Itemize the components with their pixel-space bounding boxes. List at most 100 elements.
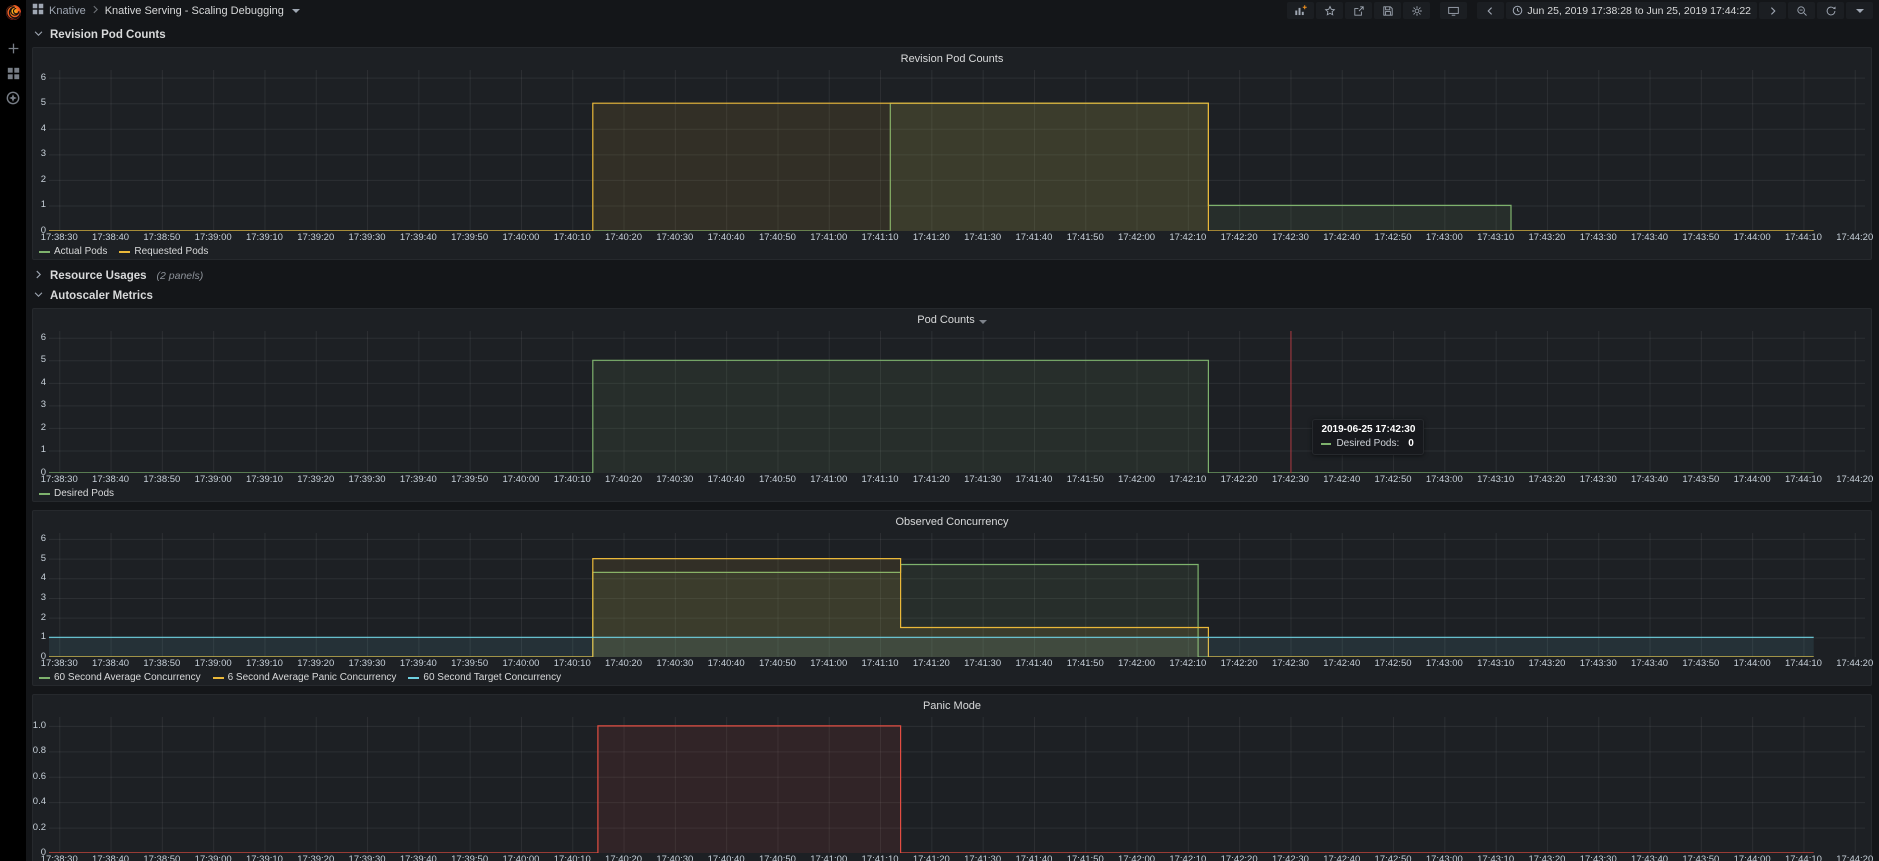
x-tick-label: 17:42:10 bbox=[1169, 232, 1207, 243]
navbar-actions: Jun 25, 2019 17:38:28 to Jun 25, 2019 17… bbox=[1287, 2, 1873, 19]
section-label: Resource Usages bbox=[50, 270, 147, 282]
x-tick-label: 17:42:10 bbox=[1169, 658, 1207, 669]
x-tick-label: 17:40:10 bbox=[553, 474, 591, 485]
x-tick-label: 17:39:20 bbox=[297, 232, 335, 243]
y-tick-label: 3 bbox=[40, 399, 46, 411]
section-autoscaler-metrics[interactable]: Autoscaler Metrics bbox=[33, 288, 1872, 304]
explore-icon[interactable] bbox=[5, 90, 21, 106]
save-dashboard-button[interactable] bbox=[1374, 2, 1402, 19]
panel-title-panic-mode[interactable]: Panic Mode bbox=[33, 695, 1871, 717]
breadcrumb-folder[interactable]: Knative bbox=[49, 5, 86, 17]
cycle-view-mode-button[interactable] bbox=[1440, 2, 1468, 19]
settings-button[interactable] bbox=[1403, 2, 1431, 19]
tooltip-timestamp: 2019-06-25 17:42:30 bbox=[1321, 424, 1416, 435]
x-tick-label: 17:39:40 bbox=[399, 474, 437, 485]
breadcrumb-separator-icon bbox=[91, 5, 100, 17]
x-tick-label: 17:41:10 bbox=[861, 658, 899, 669]
x-tick-label: 17:44:00 bbox=[1733, 854, 1771, 861]
dashboard-title-caret-icon[interactable] bbox=[291, 8, 300, 13]
x-tick-label: 17:43:20 bbox=[1528, 658, 1566, 669]
chevron-down-icon bbox=[33, 26, 44, 44]
legend-item[interactable]: 60 Second Average Concurrency bbox=[39, 672, 201, 683]
x-tick-label: 17:39:50 bbox=[451, 474, 489, 485]
x-tick-label: 17:39:50 bbox=[451, 854, 489, 861]
legend-item[interactable]: 6 Second Average Panic Concurrency bbox=[212, 672, 396, 683]
x-tick-label: 17:39:40 bbox=[399, 854, 437, 861]
x-tick-label: 17:41:40 bbox=[1015, 658, 1053, 669]
time-picker-button[interactable]: Jun 25, 2019 17:38:28 to Jun 25, 2019 17… bbox=[1506, 2, 1757, 19]
panel-menu-caret-icon[interactable] bbox=[978, 319, 987, 324]
add-panel-button[interactable] bbox=[1287, 2, 1315, 19]
share-dashboard-button[interactable] bbox=[1345, 2, 1373, 19]
x-tick-label: 17:40:40 bbox=[707, 474, 745, 485]
panel-title-revision-pod-counts[interactable]: Revision Pod Counts bbox=[33, 48, 1871, 70]
create-plus-icon[interactable] bbox=[5, 40, 21, 56]
x-axis: 17:38:30 17:38:40 17:38:50 17:39:00 17:39:10… bbox=[41, 853, 1873, 861]
x-tick-label: 17:42:40 bbox=[1323, 474, 1361, 485]
x-axis: 17:38:30 17:38:40 17:38:50 17:39:00 17:39:10… bbox=[41, 657, 1873, 670]
chart-plot-area[interactable] bbox=[49, 70, 1865, 231]
x-tick-label: 17:38:50 bbox=[143, 474, 181, 485]
chart-plot-area[interactable] bbox=[49, 717, 1865, 853]
zoom-out-button[interactable] bbox=[1788, 2, 1815, 19]
y-tick-label: 4 bbox=[40, 122, 46, 134]
legend-item[interactable]: Requested Pods bbox=[119, 246, 208, 257]
refresh-button[interactable] bbox=[1817, 2, 1844, 19]
x-tick-label: 17:40:50 bbox=[758, 474, 796, 485]
x-tick-label: 17:39:30 bbox=[348, 658, 386, 669]
x-tick-label: 17:44:20 bbox=[1836, 232, 1874, 243]
legend-series-dash-icon bbox=[39, 492, 50, 495]
y-tick-label: 2 bbox=[40, 611, 46, 623]
x-tick-label: 17:42:20 bbox=[1220, 474, 1258, 485]
graph-tooltip: 2019-06-25 17:42:30 Desired Pods: 0 bbox=[1312, 419, 1425, 455]
x-tick-label: 17:43:40 bbox=[1631, 854, 1669, 861]
refresh-interval-caret-icon[interactable] bbox=[1846, 2, 1873, 19]
x-tick-label: 17:38:30 bbox=[40, 658, 78, 669]
x-tick-label: 17:44:00 bbox=[1733, 474, 1771, 485]
x-tick-label: 17:39:00 bbox=[194, 232, 232, 243]
legend-item[interactable]: 60 Second Target Concurrency bbox=[408, 672, 561, 683]
star-dashboard-button[interactable] bbox=[1316, 2, 1344, 19]
x-tick-label: 17:39:20 bbox=[297, 658, 335, 669]
x-tick-label: 17:44:10 bbox=[1784, 232, 1822, 243]
x-tick-label: 17:40:20 bbox=[605, 232, 643, 243]
x-tick-label: 17:44:20 bbox=[1836, 658, 1874, 669]
x-tick-label: 17:38:40 bbox=[92, 658, 130, 669]
x-tick-label: 17:43:00 bbox=[1425, 854, 1463, 861]
x-tick-label: 17:44:20 bbox=[1836, 474, 1874, 485]
y-tick-label: 0.4 bbox=[32, 796, 46, 808]
x-tick-label: 17:38:50 bbox=[143, 232, 181, 243]
y-tick-label: 5 bbox=[40, 97, 46, 109]
x-tick-label: 17:42:20 bbox=[1220, 232, 1258, 243]
panel-title-observed-concurrency[interactable]: Observed Concurrency bbox=[33, 511, 1871, 533]
x-tick-label: 17:43:20 bbox=[1528, 232, 1566, 243]
panel-title-pod-counts[interactable]: Pod Counts bbox=[33, 309, 1871, 331]
x-tick-label: 17:41:50 bbox=[1066, 854, 1104, 861]
x-tick-label: 17:43:20 bbox=[1528, 854, 1566, 861]
section-resource-usages[interactable]: Resource Usages (2 panels) bbox=[33, 268, 1872, 284]
dashboards-icon[interactable] bbox=[5, 65, 21, 81]
legend-item[interactable]: Desired Pods bbox=[39, 488, 114, 499]
x-tick-label: 17:40:00 bbox=[502, 658, 540, 669]
chart-plot-area[interactable] bbox=[49, 533, 1865, 657]
legend: Actual Pods Requested Pods bbox=[33, 244, 1871, 259]
time-back-button[interactable] bbox=[1477, 2, 1505, 19]
chart-plot-area[interactable]: 2019-06-25 17:42:30 Desired Pods: 0 bbox=[49, 331, 1865, 473]
legend-item[interactable]: Actual Pods bbox=[39, 246, 107, 257]
y-tick-label: 1 bbox=[40, 444, 46, 456]
legend-series-label: 60 Second Average Concurrency bbox=[54, 672, 201, 683]
x-tick-label: 17:40:40 bbox=[707, 658, 745, 669]
x-tick-label: 17:38:30 bbox=[40, 232, 78, 243]
dashboard-title[interactable]: Knative Serving - Scaling Debugging bbox=[105, 5, 284, 17]
x-tick-label: 17:42:10 bbox=[1169, 854, 1207, 861]
grafana-logo-icon[interactable] bbox=[3, 2, 23, 22]
x-tick-label: 17:41:20 bbox=[912, 232, 950, 243]
x-tick-label: 17:39:20 bbox=[297, 854, 335, 861]
section-revision-pod-counts[interactable]: Revision Pod Counts bbox=[33, 27, 1872, 43]
x-tick-label: 17:38:40 bbox=[92, 854, 130, 861]
breadcrumb: Knative Knative Serving - Scaling Debugg… bbox=[32, 3, 300, 18]
time-forward-button[interactable] bbox=[1759, 2, 1786, 19]
x-tick-label: 17:42:30 bbox=[1271, 232, 1309, 243]
x-tick-label: 17:43:20 bbox=[1528, 474, 1566, 485]
x-tick-label: 17:43:00 bbox=[1425, 658, 1463, 669]
